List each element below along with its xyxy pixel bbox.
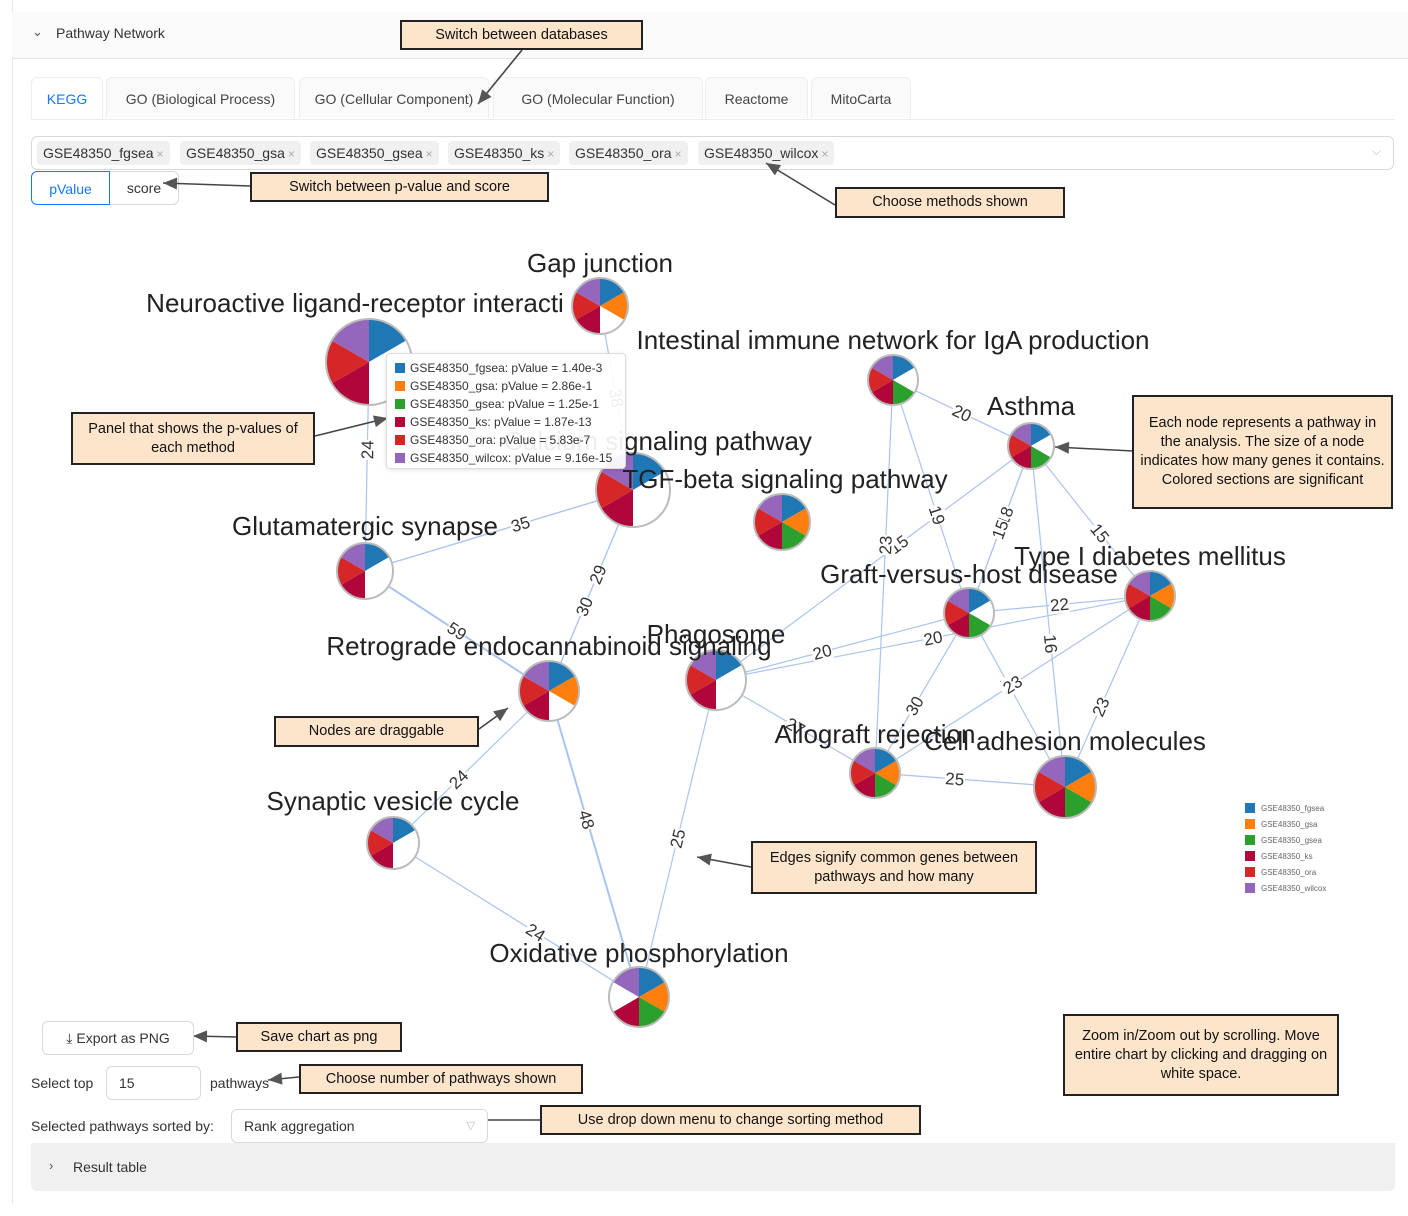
swatch-ks: [1245, 851, 1255, 861]
node-label-iga: Intestinal immune network for IgA produc…: [636, 325, 1149, 355]
legend-item[interactable]: GSE48350_gsa: [1245, 819, 1326, 835]
pathway-node-syn[interactable]: [366, 816, 420, 870]
node-label-gap: Gap junction: [527, 248, 673, 278]
swatch-gsa: [1245, 819, 1255, 829]
export-png-button[interactable]: ⤓ Export as PNG: [42, 1021, 194, 1055]
note-sort-method: Use drop down menu to change sorting met…: [540, 1105, 921, 1135]
note-choose-number: Choose number of pathways shown: [299, 1064, 583, 1094]
edge-weight-label: 22: [1049, 595, 1070, 616]
swatch-ora: [395, 435, 405, 445]
export-label: Export as PNG: [76, 1030, 170, 1046]
edge-syn-oxphos: [392, 842, 640, 998]
edge-weight-label: 19: [925, 503, 949, 527]
arrowhead-icon: [766, 163, 782, 176]
top-pathways-input[interactable]: [106, 1066, 201, 1100]
edge-weight-label: 30: [572, 594, 597, 619]
tooltip-row: GSE48350_gsea: pValue = 1.25e-1: [395, 395, 625, 413]
node-label-phago: Phagosome: [647, 619, 786, 649]
download-icon: ⤓: [66, 1030, 73, 1046]
swatch-ora: [1245, 867, 1255, 877]
arrowhead-icon: [697, 853, 712, 866]
edge-weight-label: 29: [586, 562, 611, 587]
tooltip-row: GSE48350_ora: pValue = 5.83e-7: [395, 431, 625, 449]
legend-item[interactable]: GSE48350_ks: [1245, 851, 1326, 867]
swatch-ks: [395, 417, 405, 427]
pathway-node-cam[interactable]: [1033, 755, 1097, 819]
node-label-tgf: TGF-beta signaling pathway: [622, 464, 947, 494]
result-table-collapse[interactable]: › Result table: [31, 1143, 1395, 1191]
note-choose-methods: Choose methods shown: [835, 187, 1065, 218]
note-save-png: Save chart as png: [236, 1022, 402, 1052]
note-edges-info: Edges signify common genes between pathw…: [751, 841, 1037, 894]
swatch-gsa: [395, 381, 405, 391]
method-legend: GSE48350_fgsea GSE48350_gsa GSE48350_gse…: [1245, 803, 1326, 899]
pathway-node-glut[interactable]: [336, 542, 394, 600]
node-label-neuro: Neuroactive ligand-receptor interacti: [146, 288, 564, 318]
tooltip-row: GSE48350_ks: pValue = 1.87e-13: [395, 413, 625, 431]
pathway-node-gvhd[interactable]: [943, 587, 995, 639]
edge-weight-label: 20: [922, 627, 944, 649]
arrowhead-icon: [268, 1072, 283, 1085]
pathways-label: pathways: [210, 1075, 270, 1091]
arrowhead-icon: [163, 177, 178, 190]
edge-weight-label: 23: [876, 535, 896, 555]
pathway-node-asthma[interactable]: [1007, 422, 1055, 470]
legend-item[interactable]: GSE48350_gsea: [1245, 835, 1326, 851]
chevron-right-icon: ›: [49, 1158, 54, 1173]
pathway-node-oxphos[interactable]: [608, 966, 670, 1028]
result-table-label: Result table: [73, 1159, 147, 1175]
edge-retro-syn: [392, 690, 550, 844]
pathway-node-allo[interactable]: [849, 747, 901, 799]
edge-weight-label: 23: [1089, 694, 1114, 719]
note-switch-databases: Switch between databases: [400, 20, 643, 50]
arrowhead-icon: [193, 1030, 208, 1043]
pathway-node-tgf[interactable]: [753, 493, 811, 551]
edge-weight-label: 30: [902, 693, 928, 719]
swatch-gsea: [1245, 835, 1255, 845]
node-label-oxphos: Oxidative phosphorylation: [489, 938, 788, 968]
sort-method-value: Rank aggregation: [244, 1118, 355, 1134]
tooltip-row: GSE48350_fgsea: pValue = 1.40e-3: [395, 359, 625, 377]
note-switch-metric: Switch between p-value and score: [250, 172, 549, 202]
tooltip-row: GSE48350_wilcox: pValue = 9.16e-15: [395, 449, 625, 467]
note-draggable: Nodes are draggable: [274, 716, 479, 747]
swatch-gsea: [395, 399, 405, 409]
tooltip-row: GSE48350_gsa: pValue = 2.86e-1: [395, 377, 625, 395]
arrowhead-icon: [493, 708, 508, 722]
pathway-node-iga[interactable]: [867, 354, 919, 406]
node-label-t1d: Type I diabetes mellitus: [1014, 541, 1286, 571]
sort-method-select[interactable]: Rank aggregation ▽: [231, 1109, 488, 1143]
swatch-wilcox: [395, 453, 405, 463]
edge-weight-label: 35: [509, 513, 533, 537]
swatch-fgsea: [1245, 803, 1255, 813]
node-label-glut: Glutamatergic synapse: [232, 511, 498, 541]
note-node-info: Each node represents a pathway in the an…: [1132, 395, 1393, 509]
edge-weight-label: 24: [358, 440, 377, 459]
edge-weight-label: 25: [945, 769, 965, 789]
pvalue-tooltip: GSE48350_fgsea: pValue = 1.40e-3 GSE4835…: [386, 353, 626, 469]
edge-weight-label: 20: [949, 401, 974, 426]
edge-weight-label: 48: [575, 808, 599, 832]
edge-weight-label: 16: [1040, 633, 1061, 654]
swatch-fgsea: [395, 363, 405, 373]
legend-item[interactable]: GSE48350_fgsea: [1245, 803, 1326, 819]
pathway-node-gap[interactable]: [571, 277, 629, 335]
arrowhead-icon: [478, 89, 492, 104]
node-label-asthma: Asthma: [987, 391, 1076, 421]
legend-item[interactable]: GSE48350_ora: [1245, 867, 1326, 883]
sorted-by-label: Selected pathways sorted by:: [31, 1118, 214, 1134]
note-tooltip-panel: Panel that shows the p-values of each me…: [71, 412, 315, 465]
select-top-label: Select top: [31, 1075, 94, 1091]
node-label-cam: Cell adhesion molecules: [924, 726, 1206, 756]
legend-item[interactable]: GSE48350_wilcox: [1245, 883, 1326, 899]
pathway-node-t1d[interactable]: [1124, 570, 1176, 622]
pathway-node-retro[interactable]: [518, 660, 580, 722]
note-zoom-info: Zoom in/Zoom out by scrolling. Move enti…: [1063, 1014, 1339, 1096]
node-label-syn: Synaptic vesicle cycle: [267, 786, 520, 816]
swatch-wilcox: [1245, 883, 1255, 893]
chevron-down-icon: ▽: [466, 1120, 475, 1132]
arrowhead-icon: [1055, 441, 1070, 454]
